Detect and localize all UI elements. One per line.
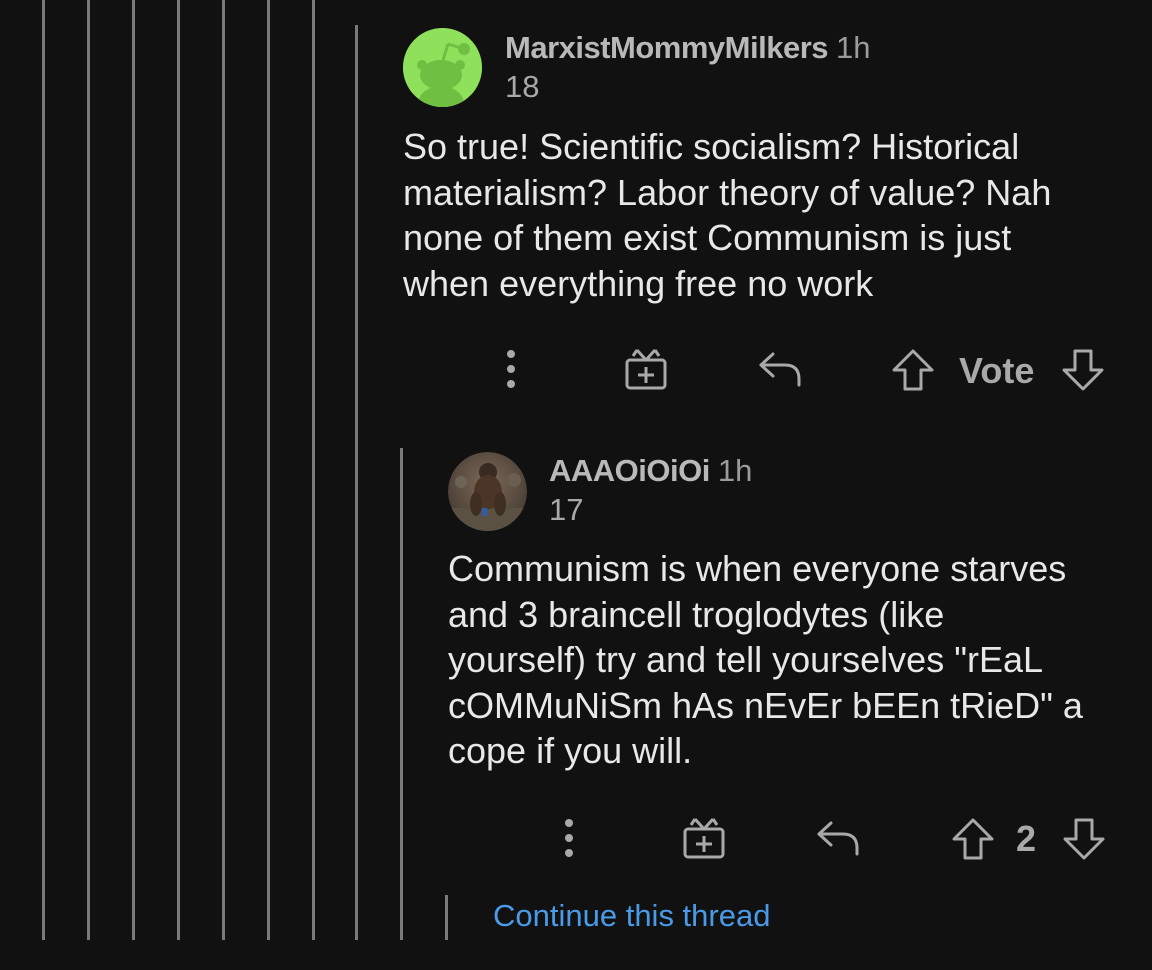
comment-thread: MarxistMommyMilkers 1h 18 So true! Scient… bbox=[0, 0, 1152, 970]
arrow-up-icon bbox=[952, 818, 994, 860]
thread-line-depth-7[interactable] bbox=[312, 0, 315, 940]
comment-body-line: Communism is when everyone starves bbox=[448, 548, 1067, 589]
comment-body: Communism is when everyone starves and 3… bbox=[448, 546, 1083, 774]
username[interactable]: MarxistMommyMilkers bbox=[505, 30, 829, 65]
comment-body-line: yourself) try and tell yourselves "rEaL bbox=[448, 639, 1044, 680]
downvote-button[interactable] bbox=[1061, 348, 1105, 392]
arrow-up-icon bbox=[892, 349, 934, 391]
comment-body-line: when everything free no work bbox=[403, 262, 874, 304]
comment-score: 17 bbox=[549, 492, 584, 527]
snoo-avatar-icon[interactable] bbox=[403, 28, 482, 107]
more-options-button[interactable] bbox=[496, 348, 526, 390]
comment-meta: AAAOiOiOi 1h bbox=[549, 453, 752, 489]
reply-button[interactable] bbox=[757, 349, 803, 389]
vote-count: 2 bbox=[1016, 818, 1037, 859]
comment-meta: MarxistMommyMilkers 1h bbox=[505, 30, 871, 66]
gift-icon bbox=[625, 348, 667, 390]
gift-icon bbox=[683, 817, 725, 859]
comment-body-line: So true! Scientific socialism? Historica… bbox=[403, 126, 1020, 167]
timestamp: 1h bbox=[836, 30, 871, 65]
thread-line-depth-5[interactable] bbox=[222, 0, 225, 940]
award-button[interactable] bbox=[682, 816, 726, 860]
reply-icon bbox=[817, 821, 859, 856]
continue-thread-link[interactable]: Continue this thread bbox=[493, 898, 770, 934]
timestamp: 1h bbox=[717, 453, 753, 488]
arrow-down-icon bbox=[1063, 818, 1105, 860]
comment-body-line: none of them exist Communism is just bbox=[403, 217, 1012, 258]
comment-body-line: materialism? Labor theory of value? Nah bbox=[403, 171, 1052, 213]
thread-line-depth-9[interactable] bbox=[400, 448, 403, 940]
more-vertical-icon bbox=[565, 819, 573, 857]
award-button[interactable] bbox=[624, 347, 668, 391]
comment-body-line: cope if you will. bbox=[448, 730, 693, 771]
photo-avatar-icon[interactable] bbox=[448, 452, 527, 531]
username[interactable]: AAAOiOiOi bbox=[549, 453, 710, 488]
more-options-button[interactable] bbox=[554, 817, 584, 859]
comment-score: 18 bbox=[505, 69, 540, 104]
downvote-button[interactable] bbox=[1062, 817, 1106, 861]
upvote-button[interactable] bbox=[951, 817, 995, 861]
thread-line-depth-6[interactable] bbox=[267, 0, 270, 940]
vote-count: Vote bbox=[959, 350, 1035, 391]
reply-button[interactable] bbox=[815, 818, 861, 858]
comment-body: So true! Scientific socialism? Historica… bbox=[403, 124, 1051, 306]
comment-body-line: and 3 braincell troglodytes (like bbox=[448, 593, 945, 635]
more-vertical-icon bbox=[507, 350, 515, 388]
arrow-down-icon bbox=[1062, 349, 1104, 391]
reply-icon bbox=[759, 352, 801, 387]
thread-line-depth-2[interactable] bbox=[87, 0, 90, 940]
thread-line-depth-1[interactable] bbox=[42, 0, 45, 940]
thread-line-depth-4[interactable] bbox=[177, 0, 180, 940]
thread-line-depth-3[interactable] bbox=[132, 0, 135, 940]
upvote-button[interactable] bbox=[891, 348, 935, 392]
thread-line-depth-8[interactable] bbox=[355, 25, 358, 940]
comment-body-line: cOMMuNiSm hAs nEvEr bEEn tRieD" a bbox=[448, 684, 1083, 726]
thread-line-continue bbox=[445, 895, 448, 940]
